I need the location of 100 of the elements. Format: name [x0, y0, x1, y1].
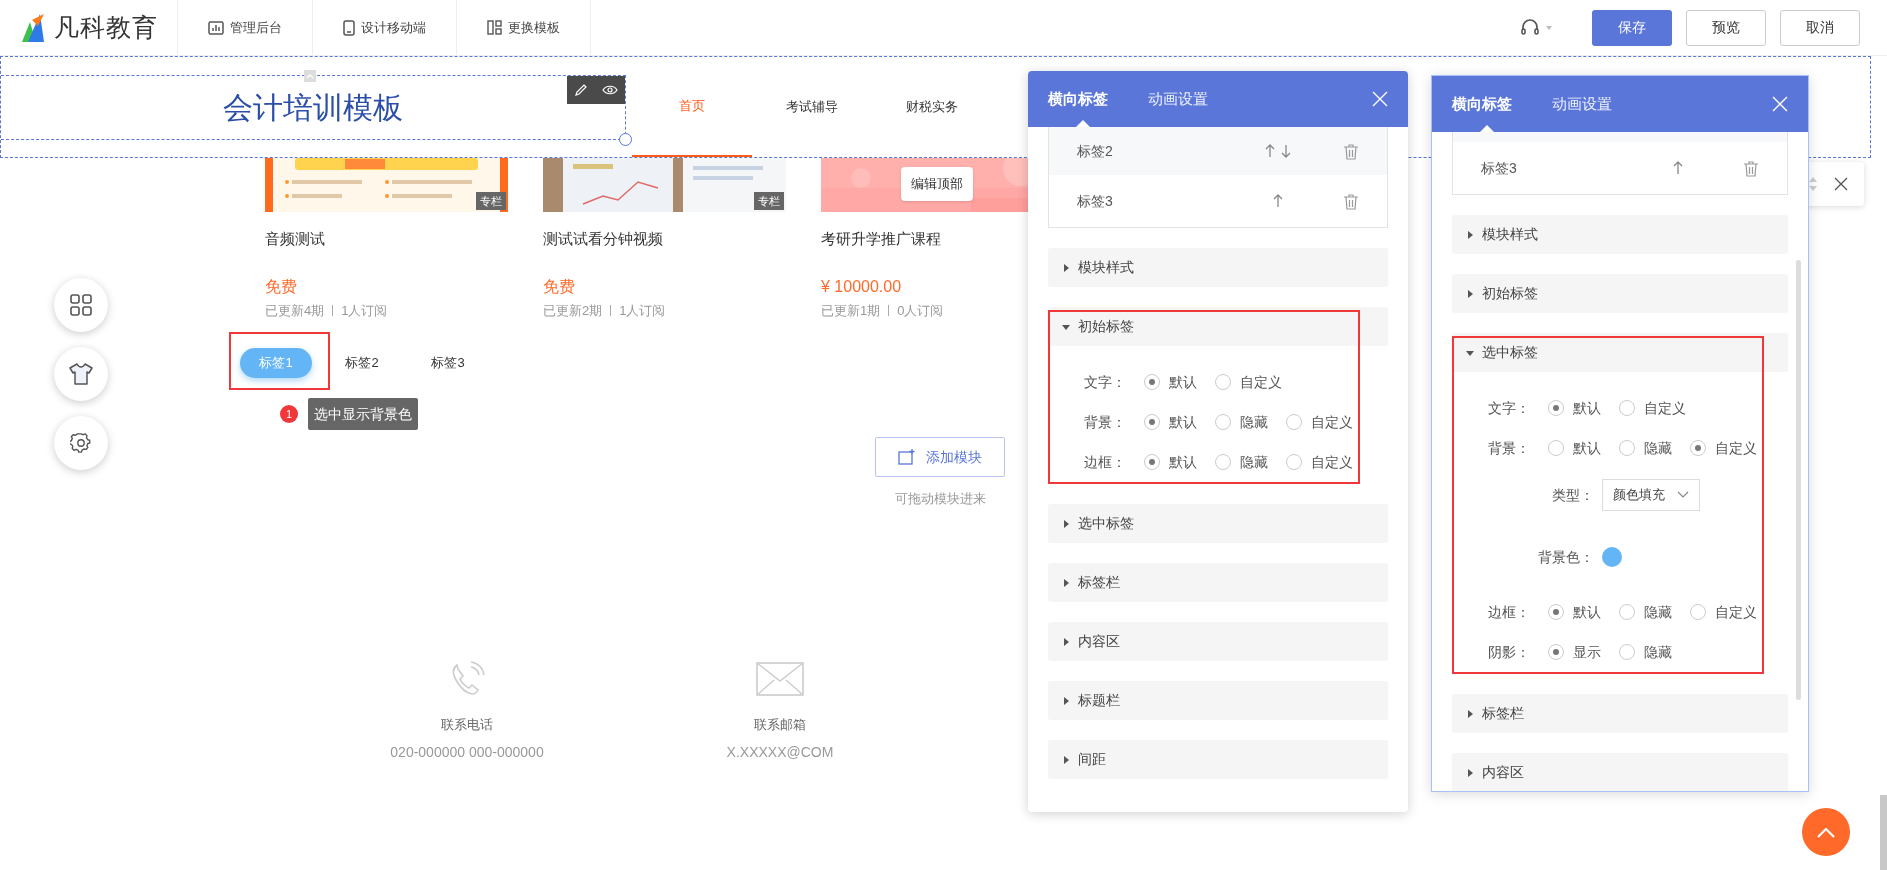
section-title: 初始标签 — [1482, 284, 1538, 303]
course-price: ¥ 10000.00 — [821, 276, 903, 297]
tag-row[interactable]: 标签3 — [1049, 175, 1387, 227]
section-header[interactable]: 模块样式 — [1452, 215, 1788, 254]
option-label: 默认 — [1573, 438, 1601, 458]
section-header[interactable]: 标签栏 — [1048, 563, 1388, 602]
color-swatch[interactable] — [1602, 547, 1622, 567]
up-arrow-icon[interactable] — [1265, 144, 1275, 158]
back-to-top-button[interactable] — [1802, 808, 1850, 856]
section-title: 选中标签 — [1482, 343, 1538, 362]
radio-button[interactable] — [1144, 454, 1160, 470]
trash-icon[interactable] — [1343, 192, 1359, 210]
radio-button[interactable] — [1215, 414, 1231, 430]
nav-link[interactable]: 管理后台 — [178, 0, 313, 55]
option-label: 默认 — [1573, 398, 1601, 418]
field-label: 文字： — [1084, 372, 1127, 392]
up-arrow-icon[interactable] — [1673, 161, 1683, 175]
headset-icon[interactable] — [1520, 17, 1540, 38]
radio-button[interactable] — [1548, 644, 1564, 660]
trash-icon[interactable] — [1743, 159, 1759, 177]
section-header[interactable]: 选中标签 — [1048, 504, 1388, 543]
type-select[interactable]: 颜色填充 — [1602, 479, 1700, 511]
tab[interactable]: 标签3 — [412, 348, 484, 378]
pencil-icon[interactable] — [574, 82, 588, 97]
save-button[interactable]: 保存 — [1592, 9, 1672, 46]
section-header[interactable]: 内容区 — [1452, 753, 1788, 791]
tag-row[interactable]: 标签3 — [1453, 142, 1787, 194]
action-button[interactable]: 取消 — [1780, 9, 1860, 46]
course-price: 免费 — [265, 276, 298, 297]
contact-label: 联系邮箱 — [754, 715, 806, 734]
update-count: 已更新1期 — [821, 301, 881, 320]
site-nav-item[interactable]: 财税实务 — [872, 57, 992, 157]
down-arrow-icon[interactable] — [1281, 144, 1291, 158]
panel-tab[interactable]: 动画设置 — [1148, 71, 1208, 127]
field-label: 背景色： — [1537, 547, 1595, 567]
up-arrow-icon[interactable] — [1273, 194, 1283, 208]
radio-button[interactable] — [1548, 400, 1564, 416]
shirt-icon — [69, 363, 93, 385]
close-icon[interactable] — [1834, 177, 1848, 191]
step-badge: 1 — [280, 405, 298, 423]
radio-button[interactable] — [1619, 440, 1635, 456]
section-header[interactable]: 初始标签 — [1048, 307, 1388, 346]
section-header[interactable]: 选中标签 — [1452, 333, 1788, 372]
section-title: 标签栏 — [1482, 704, 1524, 723]
add-module-icon — [898, 449, 916, 465]
tag-row-label: 标签2 — [1077, 141, 1114, 161]
radio-button[interactable] — [1144, 374, 1160, 390]
section-header[interactable]: 间距 — [1048, 740, 1388, 779]
option-label: 隐藏 — [1644, 602, 1672, 622]
course-title: 音频测试 — [265, 229, 326, 249]
caret-down-icon[interactable] — [1546, 25, 1552, 30]
radio-button[interactable] — [1286, 414, 1302, 430]
radio-button[interactable] — [1690, 604, 1706, 620]
section-header[interactable]: 模块样式 — [1048, 248, 1388, 287]
modules-button[interactable] — [54, 278, 108, 332]
panel-tab[interactable]: 动画设置 — [1552, 76, 1612, 132]
site-nav-item[interactable]: 考试辅导 — [752, 57, 872, 157]
section-title: 初始标签 — [1078, 317, 1134, 336]
section-header[interactable]: 标题栏 — [1048, 681, 1388, 720]
option-label: 默认 — [1169, 412, 1197, 432]
section-header[interactable]: 内容区 — [1048, 622, 1388, 661]
envelope-icon — [756, 661, 804, 696]
option-label: 默认 — [1573, 602, 1601, 622]
resize-handle[interactable] — [619, 132, 632, 146]
radio-button[interactable] — [1619, 604, 1635, 620]
tab[interactable]: 标签2 — [326, 348, 398, 378]
radio-button[interactable] — [1286, 454, 1302, 470]
chevron-down-icon — [1677, 491, 1689, 499]
settings-icon — [70, 432, 92, 454]
scrollbar[interactable] — [1880, 795, 1887, 870]
radio-button[interactable] — [1548, 440, 1564, 456]
option-label: 自定义 — [1715, 602, 1757, 622]
radio-button[interactable] — [1548, 604, 1564, 620]
course-price: 免费 — [543, 276, 576, 297]
site-title: 会计培训模板 — [223, 89, 403, 126]
radio-button[interactable] — [1215, 454, 1231, 470]
trash-icon[interactable] — [1343, 142, 1359, 160]
radio-button[interactable] — [1619, 400, 1635, 416]
radio-button[interactable] — [1619, 644, 1635, 660]
add-module-button[interactable]: 添加模块 — [875, 437, 1005, 477]
layout-icon — [487, 20, 502, 35]
radio-button[interactable] — [1690, 440, 1706, 456]
radio-button[interactable] — [1215, 374, 1231, 390]
settings-button[interactable] — [54, 416, 108, 470]
section-title: 间距 — [1078, 750, 1106, 769]
option-label: 隐藏 — [1240, 412, 1268, 432]
option-label: 自定义 — [1644, 398, 1686, 418]
section-header[interactable]: 标签栏 — [1452, 694, 1788, 733]
section-title: 选中标签 — [1078, 514, 1134, 533]
radio-button[interactable] — [1144, 414, 1160, 430]
section-header[interactable]: 初始标签 — [1452, 274, 1788, 313]
theme-button[interactable] — [54, 347, 108, 401]
nav-link[interactable]: 设计移动端 — [313, 0, 457, 55]
chevron-up-icon — [1817, 826, 1835, 838]
edit-top-button[interactable]: 编辑顶部 — [901, 167, 973, 201]
scrollbar[interactable] — [1796, 260, 1801, 700]
grid-icon — [70, 294, 92, 316]
nav-link[interactable]: 更换模板 — [457, 0, 591, 55]
action-button[interactable]: 预览 — [1686, 9, 1766, 46]
tag-row[interactable]: 标签2 — [1049, 127, 1387, 175]
